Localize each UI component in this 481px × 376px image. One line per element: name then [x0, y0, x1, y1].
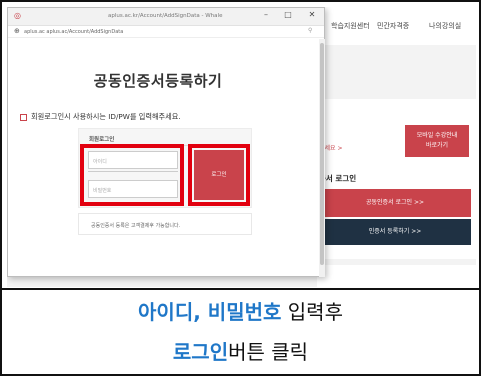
cert-registration-note: 공동인증서 등록은 고객결제후 가능합니다.: [78, 213, 252, 235]
close-button[interactable]: ✕: [300, 10, 324, 19]
highlight-frame-inputs: [80, 144, 184, 206]
cert-login-button[interactable]: 공동인증서 로그인 >>: [319, 189, 471, 217]
window-title: aplus.ac.kr/Account/AddSignData - Whale: [108, 13, 223, 19]
mobile-guide-button[interactable]: 모바일 수강안내 바로가기: [405, 125, 469, 157]
mobile-guide-line2: 바로가기: [425, 142, 449, 149]
maximize-button[interactable]: □: [278, 10, 298, 19]
caption-text-enter: 입력후: [281, 300, 343, 324]
screenshot-area: 학습지원센터 민간자격증 나의강의실 모바일 수강안내 바로가기 자세요 > 증…: [7, 7, 476, 287]
mobile-guide-line1: 모바일 수강안내: [416, 132, 458, 139]
minimize-button[interactable]: –: [256, 10, 276, 19]
caption-divider: [2, 288, 479, 290]
key-icon[interactable]: ⚲: [308, 27, 312, 34]
nav-item-learning-center[interactable]: 학습지원센터: [331, 21, 370, 31]
browser-icon: ◎: [14, 11, 21, 20]
background-panel-lower: [317, 265, 476, 287]
login-notice: 회원로그인시 사용하시는 ID/PW를 입력해주세요.: [20, 112, 181, 122]
nav-item-certificates[interactable]: 민간자격증: [377, 21, 409, 31]
scrollbar-thumb[interactable]: [320, 43, 324, 265]
login-box-heading: 회원로그인: [89, 137, 115, 143]
window-titlebar: ◎ aplus.ac.kr/Account/AddSignData - Whal…: [8, 8, 324, 26]
nav-item-my-classroom[interactable]: 나의강의실: [429, 21, 461, 31]
popup-window: ◎ aplus.ac.kr/Account/AddSignData - Whal…: [7, 7, 325, 277]
caption-highlight-login: 로그인: [172, 340, 229, 364]
caption-text-click: 버튼 클릭: [228, 340, 309, 364]
checkbox-icon: [20, 113, 27, 121]
address-url[interactable]: aplus.ac aplus.ac/Account/AddSignData: [24, 29, 123, 35]
caption-highlight-id-pw: 아이디, 비밀번호: [138, 300, 282, 324]
address-bar[interactable]: ⊕ aplus.ac aplus.ac/Account/AddSignData …: [8, 26, 324, 38]
caption-line-2: 로그인버튼 클릭: [2, 336, 479, 365]
caption-line-1: 아이디, 비밀번호 입력후: [2, 296, 479, 325]
cert-register-button[interactable]: 인증서 등록하기 >>: [319, 219, 471, 245]
lock-icon: ⊕: [14, 27, 20, 35]
login-notice-text: 회원로그인시 사용하시는 ID/PW를 입력해주세요.: [31, 112, 181, 121]
popup-scrollbar[interactable]: [319, 39, 325, 277]
tutorial-frame: 학습지원센터 민간자격증 나의강의실 모바일 수강안내 바로가기 자세요 > 증…: [0, 0, 481, 376]
background-nav: 학습지원센터 민간자격증 나의강의실: [317, 7, 476, 45]
page-title: 공동인증서등록하기: [93, 72, 223, 90]
highlight-frame-login-button: [188, 144, 250, 206]
